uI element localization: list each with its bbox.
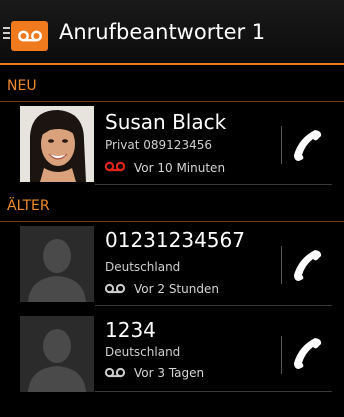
menu-icon[interactable] (3, 27, 10, 40)
phone-handset-icon[interactable] (291, 336, 325, 370)
section-label-new: NEU (7, 78, 37, 94)
section-header-older: ÄLTER (0, 188, 344, 222)
contact-name: 01231234567 (105, 228, 245, 252)
person-silhouette-icon (20, 226, 94, 302)
contact-country: Deutschland (105, 345, 181, 359)
page-title: Anrufbeantworter 1 (59, 20, 266, 44)
voicemail-icon (104, 161, 126, 172)
header-accent-line (0, 63, 344, 65)
list-item[interactable]: Susan Black Privat 089123456 Vor 10 Minu… (0, 106, 344, 188)
voicemail-icon (104, 283, 126, 294)
section-header-new: NEU (0, 68, 344, 102)
voicemail-icon (104, 367, 126, 378)
phone-handset-icon[interactable] (291, 128, 325, 162)
list-item[interactable]: 1234 Deutschland Vor 3 Tagen (0, 316, 344, 398)
vertical-separator (281, 126, 282, 164)
contact-name: Susan Black (105, 110, 227, 134)
list-item[interactable]: 01231234567 Deutschland Vor 2 Stunden (0, 226, 344, 308)
contact-number: Privat 089123456 (105, 138, 212, 152)
row-divider (95, 391, 332, 392)
message-time: Vor 10 Minuten (134, 161, 226, 175)
vertical-separator (281, 336, 282, 374)
phone-handset-icon[interactable] (291, 248, 325, 282)
contact-country: Deutschland (105, 260, 181, 274)
message-time: Vor 2 Stunden (134, 282, 219, 296)
voicemail-app-icon[interactable] (11, 21, 48, 51)
section-label-older: ÄLTER (7, 198, 50, 214)
person-silhouette-icon (20, 316, 94, 392)
row-divider (95, 305, 332, 306)
message-time: Vor 3 Tagen (134, 366, 205, 380)
avatar-photo (20, 106, 94, 182)
contact-name: 1234 (105, 318, 156, 342)
row-divider (95, 184, 332, 185)
vertical-separator (281, 246, 282, 284)
app-header: Anrufbeantworter 1 (0, 0, 344, 65)
